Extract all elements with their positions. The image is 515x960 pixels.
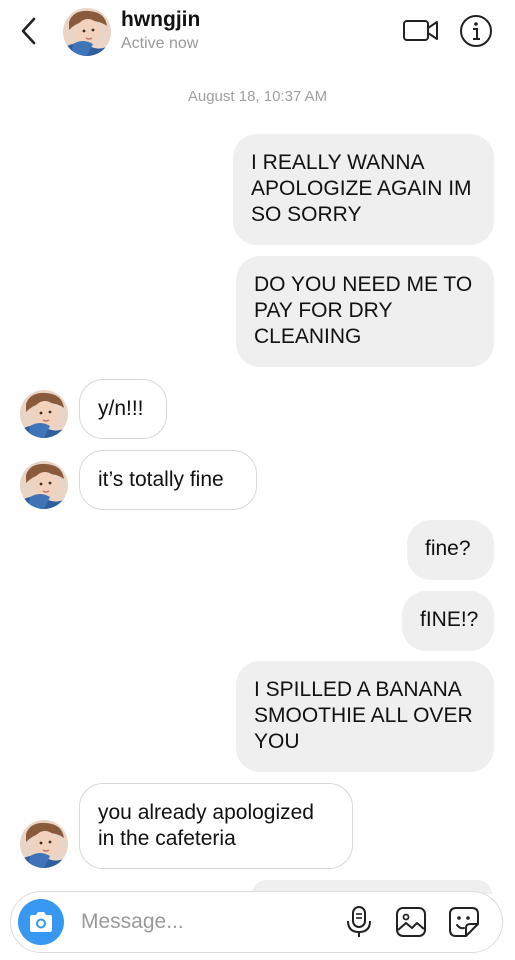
message-composer: [10, 891, 503, 953]
sticker-button[interactable]: [448, 906, 480, 938]
microphone-button[interactable]: [344, 905, 374, 939]
contact-avatar[interactable]: [20, 390, 68, 438]
camera-button[interactable]: [18, 899, 64, 945]
message-bubble-received[interactable]: it’s totally fine: [79, 450, 257, 510]
info-icon: [460, 15, 492, 47]
sticker-icon: [449, 907, 479, 937]
message-input[interactable]: [81, 906, 331, 938]
message-bubble-sent[interactable]: I REALLY WANNA APOLOGIZE AGAIN IM SO SOR…: [233, 134, 494, 245]
message-bubble-sent[interactable]: DO YOU NEED ME TO PAY FOR DRY CLEANING: [236, 256, 494, 367]
video-camera-icon: [403, 20, 438, 41]
contact-avatar[interactable]: [20, 461, 68, 509]
gallery-button[interactable]: [395, 906, 427, 938]
message-bubble-sent[interactable]: I SPILLED A BANANA SMOOTHIE ALL OVER YOU: [236, 661, 494, 772]
video-call-button[interactable]: [402, 18, 440, 44]
message-bubble-sent[interactable]: fine?: [407, 520, 494, 580]
contact-status: Active now: [121, 35, 199, 52]
contact-name[interactable]: hwngjin: [121, 8, 200, 32]
message-bubble-received[interactable]: you already apologized in the cafeteria: [79, 783, 353, 869]
message-timestamp: August 18, 10:37 AM: [187, 88, 328, 105]
chevron-left-icon: [21, 17, 36, 45]
message-bubble-sent[interactable]: fINE!?: [402, 591, 494, 651]
message-bubble-received[interactable]: y/n!!!: [79, 379, 167, 439]
gallery-icon: [396, 907, 426, 937]
chat-header: hwngjin Active now: [0, 0, 515, 64]
contact-avatar[interactable]: [63, 8, 111, 56]
contact-avatar[interactable]: [20, 820, 68, 868]
back-button[interactable]: [14, 14, 44, 48]
info-button[interactable]: [459, 14, 493, 48]
camera-icon: [30, 912, 52, 932]
microphone-icon: [347, 906, 371, 937]
